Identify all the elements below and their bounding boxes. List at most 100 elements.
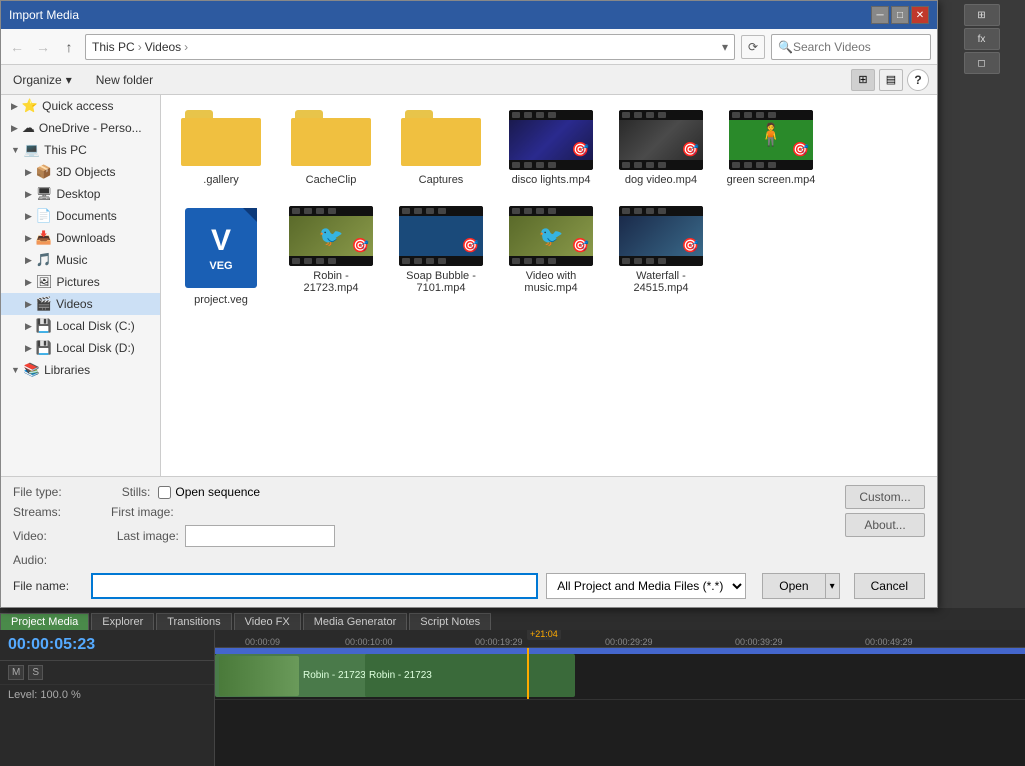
file-item-disco[interactable]: 🎯 disco lights.mp4 [501,105,601,191]
file-item-waterfall[interactable]: 🎯 Waterfall - 24515.mp4 [611,201,711,311]
local-d-icon: 💾 [36,340,52,356]
filetype-select[interactable]: All Project and Media Files (*.*) Video … [546,573,746,599]
video-waterfall-label: Waterfall - 24515.mp4 [616,270,706,294]
folder-cacheclip-thumb [289,110,373,170]
open-button[interactable]: Open [762,573,824,599]
open-sequence-checkbox-label[interactable]: Open sequence [158,485,260,499]
sidebar-item-desktop[interactable]: ▶ 🖥 Desktop [1,183,160,205]
close-button[interactable]: ✕ [911,6,929,24]
track-row-1: Robin - 21723 Robin - 21723 [215,648,1025,700]
libraries-icon: 📚 [24,362,40,378]
sidebar-item-this-pc[interactable]: ▼ 💻 This PC [1,139,160,161]
sidebar-item-quick-access[interactable]: ▶ ⭐ Quick access [1,95,160,117]
help-button[interactable]: ? [907,69,929,91]
open-sequence-checkbox[interactable] [158,486,171,499]
filename-input[interactable] [91,573,538,599]
folder-captures-icon [401,110,481,170]
local-c-label: Local Disk (C:) [56,319,135,333]
tab-explorer[interactable]: Explorer [91,613,154,630]
custom-button[interactable]: Custom... [845,485,925,509]
quick-access-icon: ⭐ [22,98,38,114]
sidebar-item-pictures[interactable]: ▶ 🖼 Pictures [1,271,160,293]
search-input[interactable] [793,40,948,54]
track-m-btn[interactable]: M [8,665,24,680]
sidebar-item-local-d[interactable]: ▶ 💾 Local Disk (D:) [1,337,160,359]
file-item-dog[interactable]: 🎯 dog video.mp4 [611,105,711,191]
file-item-cacheclip[interactable]: CacheClip [281,105,381,191]
minimize-button[interactable]: ─ [871,6,889,24]
tab-video-fx[interactable]: Video FX [234,613,301,630]
video-green-frame: 🎯 🧍 [729,110,813,170]
sidebar-item-downloads[interactable]: ▶ 📥 Downloads [1,227,160,249]
cancel-button[interactable]: Cancel [854,573,925,599]
downloads-label: Downloads [56,231,115,245]
level-row: Level: 100.0 % [0,685,214,705]
sidebar-item-videos[interactable]: ▶ 🎬 Videos [1,293,160,315]
video-soap-frame: 🎯 [399,206,483,266]
track-label-1: M S [0,661,214,685]
video-disco-thumb: 🎯 [509,110,593,170]
right-panel-btn-fx[interactable]: fx [964,28,1000,50]
maximize-button[interactable]: □ [891,6,909,24]
filename-label: File name: [13,579,83,593]
view-icon-button[interactable]: ⊞ [851,69,875,91]
address-path[interactable]: This PC › Videos › ▾ [85,34,735,60]
sidebar-item-music[interactable]: ▶ 🎵 Music [1,249,160,271]
video-robin-thumb: 🐦 🎯 [289,206,373,266]
search-icon: 🔍 [778,40,793,54]
search-box[interactable]: 🔍 [771,34,931,60]
new-folder-button[interactable]: New folder [92,71,157,89]
tab-media-generator[interactable]: Media Generator [303,613,408,630]
organize-button[interactable]: Organize ▾ [9,71,76,89]
pictures-icon: 🖼 [36,274,53,290]
sidebar-item-documents[interactable]: ▶ 📄 Documents [1,205,160,227]
forward-button[interactable]: → [33,37,53,57]
downloads-chevron: ▶ [25,233,32,244]
stills-group: Stills: Open sequence [122,485,260,499]
docs-chevron: ▶ [25,211,32,222]
quick-access-chevron: ▶ [11,101,18,112]
refresh-button[interactable]: ⟳ [741,35,765,59]
file-item-video-music[interactable]: 🐦 🎯 Video with music.mp4 [501,201,601,311]
tab-transitions[interactable]: Transitions [156,613,231,630]
track-s-btn[interactable]: S [28,665,43,680]
tab-project-media[interactable]: Project Media [0,613,89,630]
import-media-dialog: Import Media ─ □ ✕ ← → ↑ This PC › Video… [0,0,938,608]
info-row-2: Streams: First image: [13,505,837,519]
sidebar-item-local-c[interactable]: ▶ 💾 Local Disk (C:) [1,315,160,337]
local-d-label: Local Disk (D:) [56,341,135,355]
sidebar-item-3d-objects[interactable]: ▶ 📦 3D Objects [1,161,160,183]
veg-thumb: V VEG [179,206,263,290]
timeline-ruler: 00:00:09 00:00:10:00 00:00:19:29 00:00:2… [215,630,1025,648]
back-button[interactable]: ← [7,37,27,57]
view-details-button[interactable]: ▤ [879,69,903,91]
video-dog-label: dog video.mp4 [625,174,697,186]
file-item-soap[interactable]: 🎯 Soap Bubble - 7101.mp4 [391,201,491,311]
tab-script-notes[interactable]: Script Notes [409,613,491,630]
clip-2[interactable]: Robin - 21723 [365,654,575,697]
file-item-green[interactable]: 🎯 🧍 green screen.mp4 [721,105,821,191]
file-item-gallery[interactable]: .gallery [171,105,271,191]
local-d-chevron: ▶ [25,343,32,354]
ruler-mark-0: 00:00:09 [245,637,280,647]
right-panel-btn-1[interactable]: ⊞ [964,4,1000,26]
about-button[interactable]: About... [845,513,925,537]
file-item-project-veg[interactable]: V VEG project.veg [171,201,271,311]
path-dropdown-arrow[interactable]: ▾ [722,40,728,54]
folder-captures-thumb [399,110,483,170]
last-image-label: Last image: [117,529,179,543]
stills-label: Stills: [122,485,151,499]
sidebar-item-libraries[interactable]: ▼ 📚 Libraries [1,359,160,381]
ruler-mark-4: 00:00:39:29 [735,637,783,647]
ruler-mark-2: 00:00:19:29 [475,637,523,647]
up-button[interactable]: ↑ [59,37,79,57]
right-panel-btn-3[interactable]: ◻ [964,52,1000,74]
last-image-input[interactable] [185,525,335,547]
ruler-mark-5: 00:00:49:29 [865,637,913,647]
music-label: Music [56,253,87,267]
open-dropdown-arrow[interactable]: ▾ [825,573,840,599]
file-item-captures[interactable]: Captures [391,105,491,191]
sidebar-item-onedrive[interactable]: ▶ ☁ OneDrive - Perso... [1,117,160,139]
file-item-robin[interactable]: 🐦 🎯 Robin - 21723.mp4 [281,201,381,311]
desktop-icon: 🖥 [36,186,53,202]
